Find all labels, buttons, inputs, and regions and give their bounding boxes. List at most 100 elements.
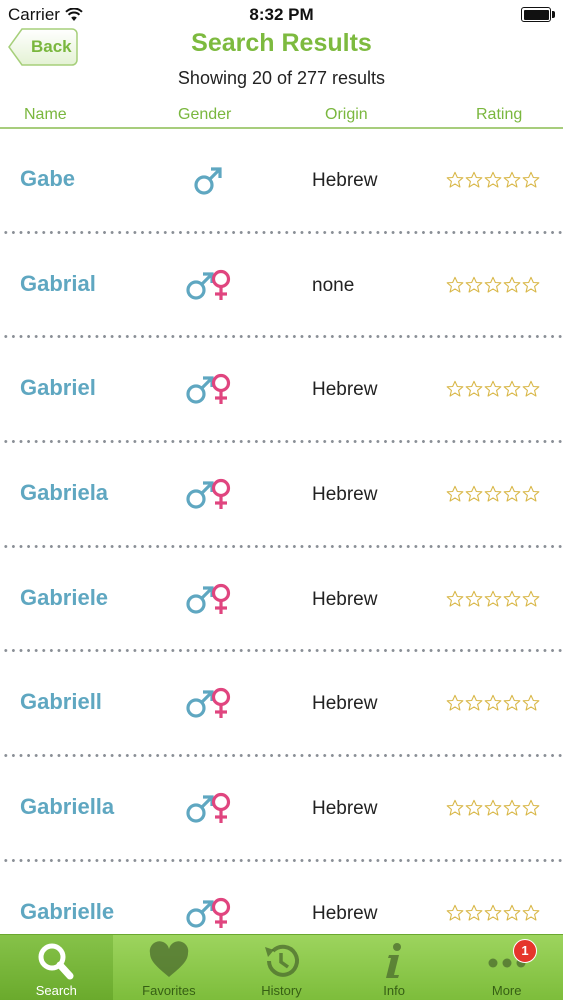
result-name: Gabrial bbox=[20, 270, 96, 296]
info-icon bbox=[372, 941, 416, 981]
rating-stars[interactable] bbox=[446, 276, 540, 294]
star-icon[interactable] bbox=[465, 590, 483, 608]
star-icon[interactable] bbox=[446, 485, 464, 503]
tab-search[interactable]: Search bbox=[0, 935, 113, 1000]
star-icon[interactable] bbox=[446, 276, 464, 294]
female-symbol-icon bbox=[211, 374, 231, 405]
male-symbol-icon bbox=[186, 690, 214, 719]
result-origin: Hebrew bbox=[312, 693, 378, 715]
gender-unisex-icon bbox=[185, 897, 235, 931]
star-icon[interactable] bbox=[484, 380, 502, 398]
result-row[interactable]: Gabriel Hebrew bbox=[0, 338, 563, 444]
male-symbol-icon bbox=[186, 481, 214, 509]
tab-label: Search bbox=[35, 983, 77, 998]
column-header-gender: Gender bbox=[178, 106, 232, 123]
result-row[interactable]: Gabe Hebrew bbox=[0, 129, 563, 234]
star-icon[interactable] bbox=[446, 590, 464, 608]
tab-label: More bbox=[491, 983, 522, 998]
rating-stars[interactable] bbox=[446, 799, 540, 817]
female-symbol-icon bbox=[211, 897, 231, 928]
female-symbol-icon bbox=[211, 793, 231, 824]
rating-stars[interactable] bbox=[446, 485, 540, 503]
gender-unisex-icon bbox=[185, 792, 235, 826]
star-icon[interactable] bbox=[484, 171, 502, 189]
battery-icon bbox=[521, 7, 555, 22]
rating-stars[interactable] bbox=[446, 694, 540, 712]
female-symbol-icon bbox=[211, 269, 231, 300]
tab-favorites[interactable]: Favorites bbox=[113, 935, 226, 1000]
star-icon[interactable] bbox=[465, 694, 483, 712]
female-symbol-icon bbox=[211, 478, 231, 510]
gender-unisex-icon bbox=[185, 583, 235, 617]
result-origin: Hebrew bbox=[312, 588, 378, 610]
star-icon[interactable] bbox=[465, 799, 483, 817]
result-origin: Hebrew bbox=[312, 902, 378, 924]
star-icon[interactable] bbox=[465, 276, 483, 294]
star-icon[interactable] bbox=[522, 799, 540, 817]
star-icon[interactable] bbox=[484, 276, 502, 294]
male-symbol-icon bbox=[186, 376, 214, 404]
column-header-rating: Rating bbox=[476, 106, 523, 123]
star-icon[interactable] bbox=[522, 694, 540, 712]
star-icon[interactable] bbox=[522, 276, 540, 294]
gender-unisex-icon bbox=[185, 687, 235, 721]
rating-stars[interactable] bbox=[446, 590, 540, 608]
star-icon[interactable] bbox=[503, 590, 521, 608]
search-icon bbox=[34, 941, 78, 981]
star-icon[interactable] bbox=[465, 485, 483, 503]
tab-bar: Search Favorites History Info More 1 bbox=[0, 934, 563, 1000]
rating-stars[interactable] bbox=[446, 171, 540, 189]
tab-history[interactable]: History bbox=[225, 935, 338, 1000]
result-name: Gabriell bbox=[20, 689, 102, 715]
star-icon[interactable] bbox=[465, 904, 483, 922]
star-icon[interactable] bbox=[522, 904, 540, 922]
star-icon[interactable] bbox=[446, 799, 464, 817]
result-name: Gabriela bbox=[20, 480, 109, 506]
star-icon[interactable] bbox=[446, 904, 464, 922]
result-origin: Hebrew bbox=[312, 379, 378, 401]
star-icon[interactable] bbox=[503, 171, 521, 189]
column-header-name: Name bbox=[24, 106, 67, 123]
result-row[interactable]: Gabrielle Hebrew bbox=[0, 862, 563, 934]
star-icon[interactable] bbox=[484, 694, 502, 712]
star-icon[interactable] bbox=[522, 485, 540, 503]
tab-label: Favorites bbox=[142, 983, 196, 998]
male-symbol-icon bbox=[194, 167, 222, 195]
star-icon[interactable] bbox=[522, 380, 540, 398]
rating-stars[interactable] bbox=[446, 904, 540, 922]
star-icon[interactable] bbox=[503, 276, 521, 294]
star-icon[interactable] bbox=[446, 694, 464, 712]
star-icon[interactable] bbox=[503, 799, 521, 817]
rating-stars[interactable] bbox=[446, 380, 540, 398]
gender-unisex-icon bbox=[185, 373, 235, 407]
result-row[interactable]: Gabriele Hebrew bbox=[0, 548, 563, 653]
star-icon[interactable] bbox=[484, 904, 502, 922]
star-icon[interactable] bbox=[503, 380, 521, 398]
star-icon[interactable] bbox=[484, 485, 502, 503]
star-icon[interactable] bbox=[446, 380, 464, 398]
results-list[interactable]: Gabe Hebrew Gabrial none Gabriel Hebrew Gabrie… bbox=[0, 129, 563, 934]
star-icon[interactable] bbox=[522, 171, 540, 189]
result-row[interactable]: Gabriella Hebrew bbox=[0, 757, 563, 862]
result-name: Gabriele bbox=[20, 584, 109, 610]
star-icon[interactable] bbox=[446, 171, 464, 189]
result-origin: none bbox=[312, 274, 355, 296]
star-icon[interactable] bbox=[484, 799, 502, 817]
star-icon[interactable] bbox=[503, 904, 521, 922]
result-origin: Hebrew bbox=[312, 170, 378, 191]
star-icon[interactable] bbox=[503, 485, 521, 503]
result-origin: Hebrew bbox=[312, 484, 378, 506]
result-row[interactable]: Gabriell Hebrew bbox=[0, 652, 563, 758]
result-row[interactable]: Gabriela Hebrew bbox=[0, 443, 563, 548]
tab-more[interactable]: More 1 bbox=[450, 935, 563, 1000]
tab-info[interactable]: Info bbox=[338, 935, 451, 1000]
star-icon[interactable] bbox=[465, 380, 483, 398]
female-symbol-icon bbox=[211, 688, 231, 719]
star-icon[interactable] bbox=[522, 590, 540, 608]
result-name: Gabe bbox=[20, 166, 76, 191]
star-icon[interactable] bbox=[465, 171, 483, 189]
status-bar: Carrier 8:32 PM bbox=[0, 0, 563, 28]
star-icon[interactable] bbox=[484, 590, 502, 608]
star-icon[interactable] bbox=[503, 694, 521, 712]
result-row[interactable]: Gabrial none bbox=[0, 234, 563, 339]
